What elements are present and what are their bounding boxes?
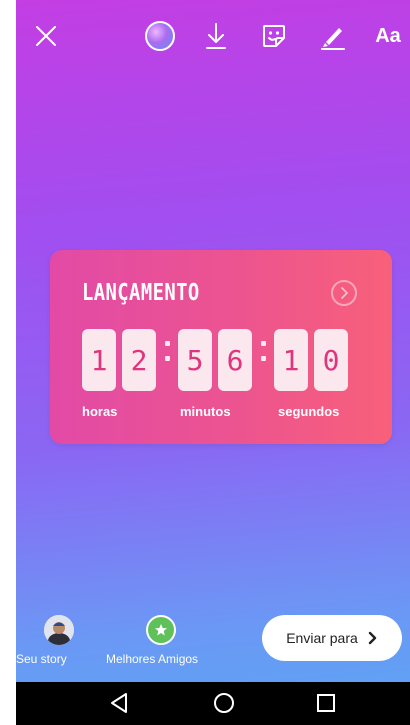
back-button[interactable] [104,688,134,718]
close-icon [36,26,56,46]
close-friends-button[interactable] [146,615,176,645]
recents-square-icon [317,694,335,712]
download-button[interactable] [200,18,232,54]
send-to-label: Enviar para [286,630,358,646]
hours-label: horas [82,404,118,419]
avatar[interactable] [44,615,74,645]
download-icon [206,23,226,49]
system-navigation-bar [16,682,410,725]
sticker-button[interactable] [256,18,292,54]
seconds-tens-digit: 1 [274,329,308,391]
color-picker-button[interactable] [142,18,178,54]
close-button[interactable] [30,18,62,54]
hours-ones-digit: 2 [122,329,156,391]
minutes-tens-digit: 5 [178,329,212,391]
countdown-title: LANÇAMENTO [82,280,200,306]
story-editor-screen: Aa LANÇAMENTO 1 2 5 6 1 0 horas minutos … [16,0,410,725]
close-friends-label[interactable]: Melhores Amigos [106,652,198,666]
colon-separator [256,341,270,361]
avatar-image [44,615,74,645]
sticker-icon [263,25,285,47]
share-bar: Seu story Melhores Amigos Enviar para [16,612,410,682]
seconds-label: segundos [278,404,340,419]
your-story-label[interactable]: Seu story [16,652,67,666]
minutes-ones-digit: 6 [218,329,252,391]
star-icon [155,624,167,636]
countdown-sticker[interactable]: LANÇAMENTO 1 2 5 6 1 0 horas minutos seg… [50,250,392,444]
countdown-arrow-button[interactable] [331,280,357,306]
home-button[interactable] [209,688,239,718]
back-triangle-icon [111,693,127,713]
pen-icon [321,28,345,50]
home-circle-icon [214,693,234,713]
text-tool-button[interactable]: Aa [368,18,408,54]
chevron-right-icon [341,287,348,299]
send-to-button[interactable]: Enviar para [262,615,402,661]
hours-tens-digit: 1 [82,329,116,391]
recents-button[interactable] [311,688,341,718]
top-toolbar: Aa [16,0,410,72]
chevron-right-icon [368,631,376,645]
colon-separator [160,341,174,361]
seconds-ones-digit: 0 [314,329,348,391]
minutes-label: minutos [180,404,231,419]
color-circle-icon [145,21,175,51]
draw-button[interactable] [316,18,350,54]
